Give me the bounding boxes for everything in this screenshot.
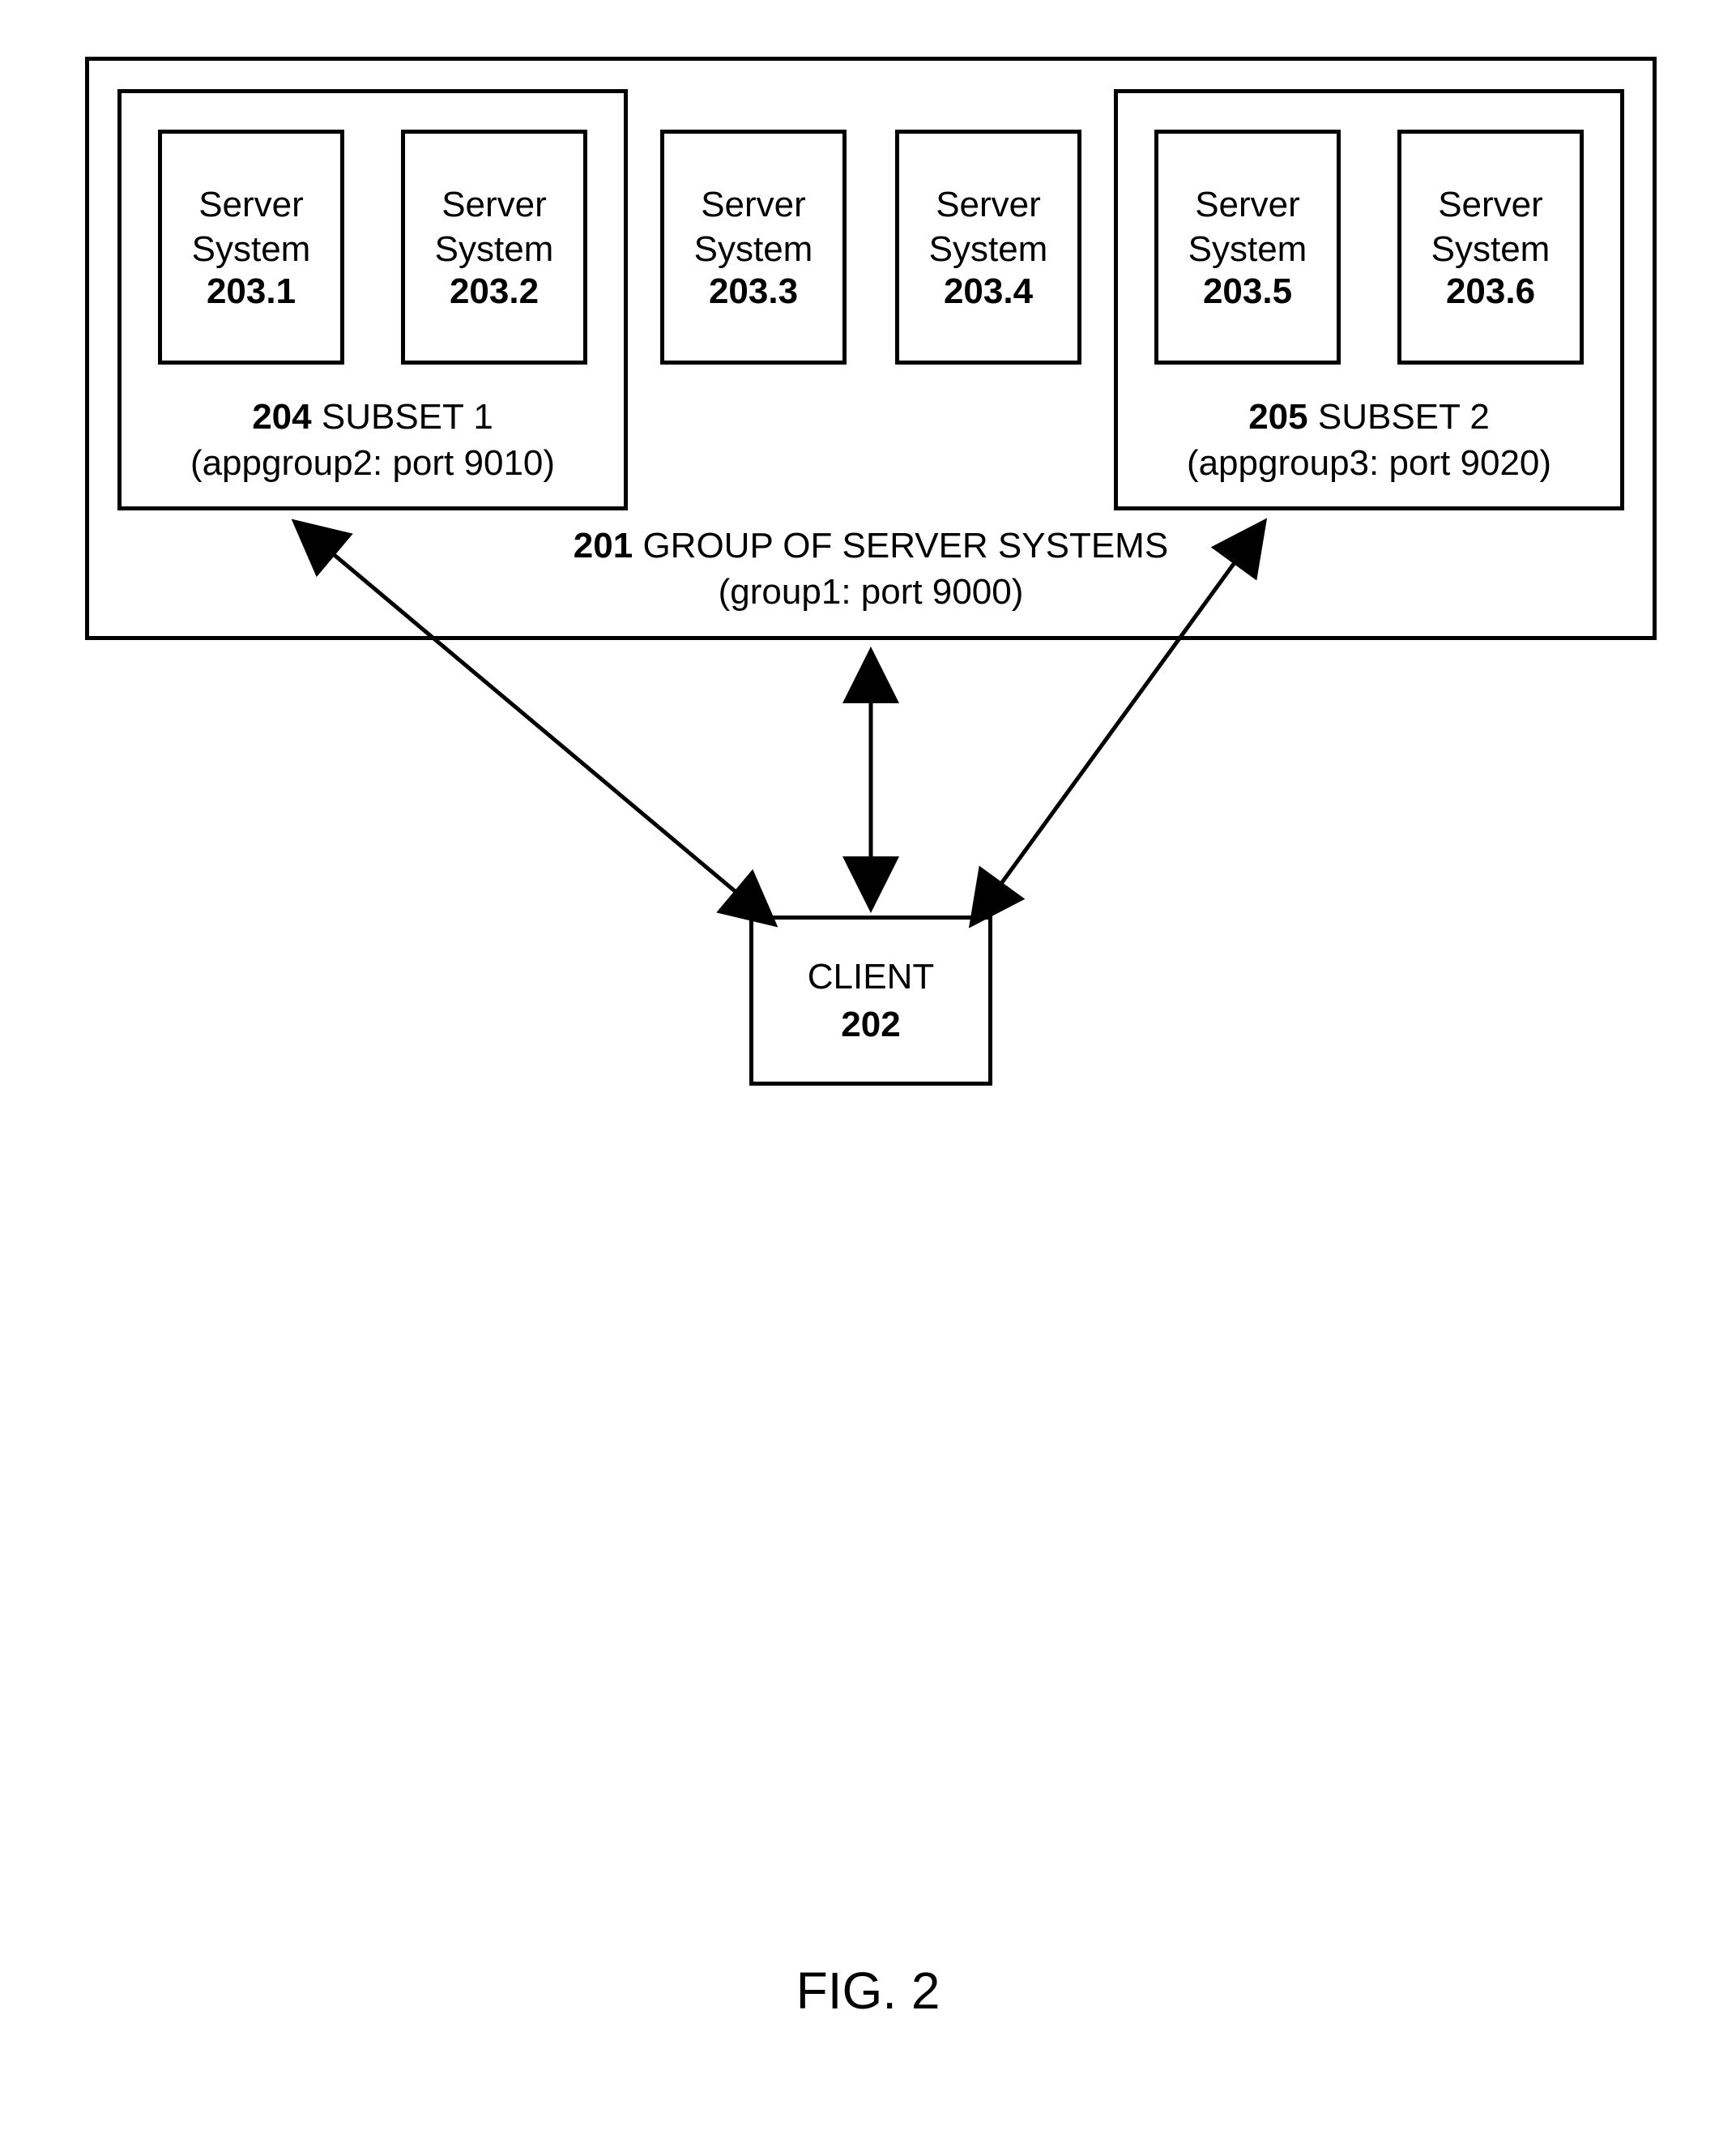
server-ref: 203.4 [944,271,1033,312]
server-label: System [1431,227,1550,271]
server-ref: 203.2 [450,271,539,312]
server-label: Server [1195,182,1300,227]
server-label: System [929,227,1048,271]
server-system-4: Server System 203.4 [895,130,1081,365]
group-caption: 201 GROUP OF SERVER SYSTEMS (group1: por… [85,523,1657,615]
client-title: CLIENT [808,953,934,1001]
subset2-title-rest: SUBSET 2 [1308,397,1490,437]
server-system-3: Server System 203.3 [660,130,847,365]
server-label: System [1188,227,1307,271]
client-ref: 202 [841,1001,900,1048]
server-ref: 203.1 [207,271,296,312]
server-label: Server [1438,182,1543,227]
server-label: Server [701,182,806,227]
subset1-ref: 204 [252,397,311,437]
group-title: 201 GROUP OF SERVER SYSTEMS [85,523,1657,569]
subset1-title-rest: SUBSET 1 [312,397,493,437]
server-label: System [694,227,813,271]
subset2-title: 205 SUBSET 2 [1118,394,1620,440]
subset1-subtitle: (appgroup2: port 9010) [122,440,624,486]
client-box: CLIENT 202 [749,916,992,1086]
group-ref: 201 [574,526,633,566]
server-system-1: Server System 203.1 [158,130,344,365]
figure-label: FIG. 2 [0,1961,1736,2021]
server-system-5: Server System 203.5 [1154,130,1341,365]
server-label: System [192,227,311,271]
subset1-title: 204 SUBSET 1 [122,394,624,440]
subset2-subtitle: (appgroup3: port 9020) [1118,440,1620,486]
server-system-2: Server System 203.2 [401,130,587,365]
group-title-rest: GROUP OF SERVER SYSTEMS [633,526,1168,566]
server-ref: 203.3 [709,271,798,312]
subset2-ref: 205 [1248,397,1307,437]
server-label: System [435,227,554,271]
server-ref: 203.6 [1446,271,1535,312]
server-system-6: Server System 203.6 [1397,130,1584,365]
diagram-canvas: 204 SUBSET 1 (appgroup2: port 9010) 205 … [0,0,1736,2130]
server-label: Server [936,182,1041,227]
server-label: Server [441,182,547,227]
group-subtitle: (group1: port 9000) [85,569,1657,615]
server-ref: 203.5 [1203,271,1292,312]
server-label: Server [198,182,304,227]
